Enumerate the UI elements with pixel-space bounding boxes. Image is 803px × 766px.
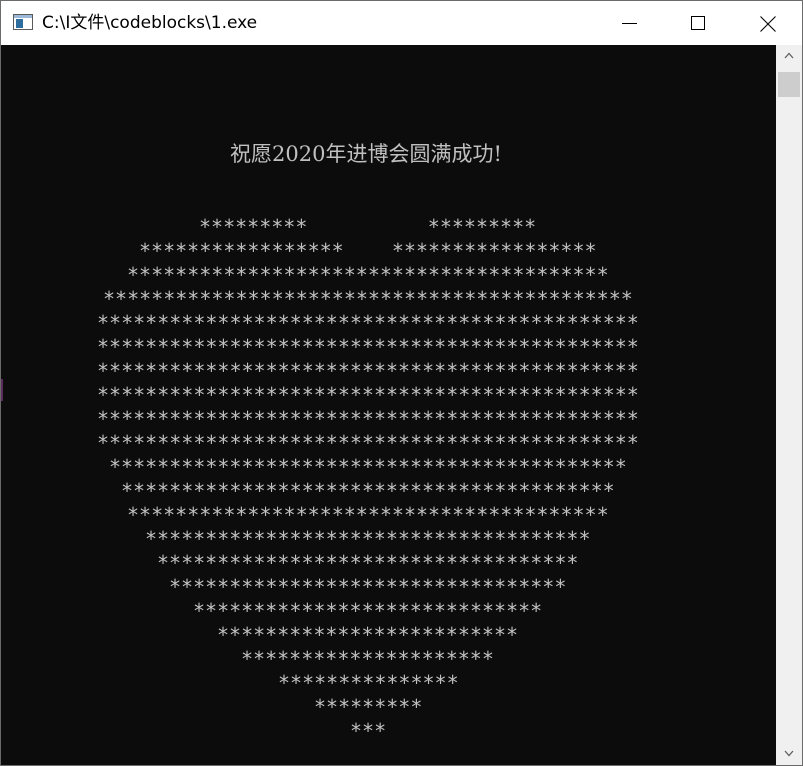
title-bar[interactable]: C:\I文件\codeblocks\1.exe	[1, 1, 802, 45]
heart-row: ****************************************…	[97, 335, 639, 359]
heart-row: ****************************************	[127, 503, 609, 527]
greeting-text: 祝愿2020年进博会圆满成功!	[230, 142, 502, 166]
console-window: C:\I文件\codeblocks\1.exe 祝愿2020年进博会圆满成功! …	[0, 0, 803, 766]
heart-row: ********* *********	[199, 215, 537, 239]
heart-row: ****************************************…	[97, 407, 639, 431]
heart-row: ***	[350, 719, 387, 743]
scrollbar-thumb[interactable]	[778, 72, 800, 97]
heart-row: ***************	[278, 671, 459, 695]
heart-row: ****************************************…	[97, 311, 639, 335]
heart-row: ****************************************…	[103, 287, 633, 311]
heart-row: *************************************	[145, 527, 591, 551]
heart-row: ****************************************…	[97, 383, 639, 407]
scroll-up-button[interactable]	[776, 45, 802, 67]
heart-row: *********************	[241, 647, 494, 671]
heart-row: *********	[314, 695, 423, 719]
heart-row: *************************	[217, 623, 519, 647]
heart-row: ***********************************	[157, 551, 579, 575]
heart-row: ****************************************…	[109, 455, 627, 479]
heart-row: ****************************************…	[97, 359, 639, 383]
close-button[interactable]	[745, 1, 791, 45]
chevron-up-icon	[784, 52, 794, 59]
chevron-down-icon	[784, 750, 794, 757]
heart-row: ***************** *****************	[139, 239, 597, 263]
scroll-down-button[interactable]	[776, 743, 802, 765]
maximize-button[interactable]	[675, 1, 721, 45]
app-icon-titlebar	[14, 15, 32, 18]
minimize-button[interactable]	[606, 1, 652, 45]
console-output[interactable]: 祝愿2020年进博会圆满成功! ********* ********* *****…	[1, 45, 776, 765]
heart-row: *********************************	[169, 575, 567, 599]
maximize-icon	[691, 16, 705, 30]
close-icon	[760, 16, 776, 32]
window-title: C:\I文件\codeblocks\1.exe	[42, 13, 258, 33]
heart-row: *****************************	[193, 599, 543, 623]
left-edge-mark	[1, 379, 3, 401]
heart-row: ****************************************…	[97, 431, 639, 455]
heart-row: ****************************************	[127, 263, 609, 287]
heart-row: ****************************************…	[121, 479, 615, 503]
vertical-scrollbar[interactable]	[776, 45, 802, 765]
minimize-icon	[622, 23, 637, 24]
console-app-icon[interactable]	[13, 14, 33, 30]
app-icon-screen	[16, 19, 23, 28]
